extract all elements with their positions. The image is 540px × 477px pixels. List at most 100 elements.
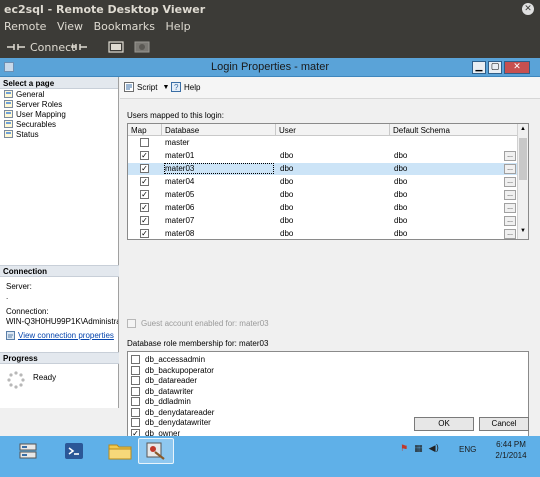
close-icon[interactable]: ✕ <box>522 3 534 15</box>
viewer-toolbar: Connect <box>0 36 540 58</box>
page-item-securables[interactable]: Securables <box>0 119 118 129</box>
dialog-titlebar: Login Properties - mater ▁ ▢ ✕ <box>0 58 540 77</box>
minimize-button[interactable]: ▁ <box>472 61 486 74</box>
role-item[interactable]: db_denydatareader <box>131 407 214 418</box>
role-item[interactable]: db_denydatawriter <box>131 417 211 428</box>
role-item[interactable]: db_ddladmin <box>131 396 191 407</box>
role-checkbox[interactable] <box>131 418 140 427</box>
map-checkbox[interactable]: ✓ <box>140 190 149 199</box>
page-item-user-mapping[interactable]: User Mapping <box>0 109 118 119</box>
scroll-down-icon[interactable]: ▼ <box>519 228 527 236</box>
map-checkbox[interactable]: ✓ <box>140 151 149 160</box>
column-header-database[interactable]: Database <box>162 124 276 136</box>
role-checkbox[interactable] <box>131 386 140 396</box>
page-item-status[interactable]: Status <box>0 129 118 139</box>
ok-button[interactable]: OK <box>414 417 474 431</box>
dialog-close-button[interactable]: ✕ <box>504 61 530 74</box>
action-center-flag-icon[interactable]: ⚑ <box>400 444 408 454</box>
page-icon <box>4 100 13 108</box>
user-cell: dbo <box>280 190 294 199</box>
connection-label: Connection: <box>6 307 49 316</box>
fullscreen-button[interactable] <box>108 40 124 54</box>
help-button[interactable]: ? Help <box>171 82 200 92</box>
server-value: . <box>6 292 9 301</box>
menu-remote[interactable]: Remote <box>0 19 49 33</box>
volume-icon[interactable]: ◀) <box>429 444 439 454</box>
remote-desktop: Login Properties - mater ▁ ▢ ✕ Select a … <box>0 58 540 477</box>
table-row[interactable]: ✓ mater01 dbo dbo... <box>128 150 518 162</box>
connection-value: WIN-Q3H0HU99P1K\Administrat <box>6 317 118 326</box>
progress-status: Ready <box>33 373 57 382</box>
table-row[interactable]: ✓ mater04 dbo dbo... <box>128 176 518 188</box>
role-checkbox[interactable] <box>131 355 140 364</box>
database-cell: master <box>165 138 190 147</box>
browse-schema-button[interactable]: ... <box>504 216 516 226</box>
view-connection-properties-link[interactable]: View connection properties <box>6 331 114 340</box>
browse-schema-button[interactable]: ... <box>504 151 516 161</box>
browse-schema-button[interactable]: ... <box>504 177 516 187</box>
browse-schema-button[interactable]: ... <box>504 190 516 200</box>
connect-button[interactable]: Connect <box>6 40 75 54</box>
role-item[interactable]: db_accessadmin <box>131 354 205 365</box>
column-header-default-schema[interactable]: Default Schema <box>390 124 518 136</box>
role-checkbox[interactable] <box>131 397 140 406</box>
role-item[interactable]: db_datareader <box>131 375 197 386</box>
table-row[interactable]: ✓ mater05 dbo dbo... <box>128 189 518 201</box>
network-icon[interactable]: ▦ <box>414 444 423 454</box>
screenshot-button[interactable] <box>134 40 150 54</box>
database-cell: mater01 <box>165 151 195 160</box>
role-label: db_backupoperator <box>145 365 214 375</box>
file-explorer-icon[interactable] <box>102 438 138 464</box>
table-row[interactable]: ✓ mater03 dbo dbo... <box>128 163 518 175</box>
table-row[interactable]: ✓ mater07 dbo dbo... <box>128 215 518 227</box>
map-checkbox[interactable]: ✓ <box>140 216 149 225</box>
role-item[interactable]: db_datawriter <box>131 386 193 397</box>
column-header-map[interactable]: Map <box>128 124 162 136</box>
menu-bookmarks[interactable]: Bookmarks <box>90 19 158 33</box>
menu-help[interactable]: Help <box>162 19 194 33</box>
grid-scrollbar[interactable]: ▲ ▼ <box>517 124 528 239</box>
browse-schema-button[interactable]: ... <box>504 164 516 174</box>
page-item-server-roles[interactable]: Server Roles <box>0 99 118 109</box>
users-mapped-label: Users mapped to this login: <box>127 111 224 120</box>
map-checkbox[interactable]: ✓ <box>140 203 149 212</box>
database-cell: mater08 <box>165 229 195 238</box>
maximize-button[interactable]: ▢ <box>488 61 502 74</box>
user-cell: dbo <box>280 216 294 225</box>
schema-cell: dbo <box>394 229 408 238</box>
page-item-general[interactable]: General <box>0 89 118 99</box>
schema-cell: dbo <box>394 151 408 160</box>
table-row[interactable]: master <box>128 137 518 149</box>
taskbar: ⚑ ▦ ◀) ENG 6:44 PM 2/1/2014 <box>0 436 540 477</box>
menu-view[interactable]: View <box>53 19 86 33</box>
table-row[interactable]: ✓ mater06 dbo dbo... <box>128 202 518 214</box>
chevron-down-icon: ▼ <box>162 83 170 91</box>
powershell-icon[interactable] <box>56 438 92 464</box>
scroll-thumb[interactable] <box>519 138 527 180</box>
map-checkbox[interactable]: ✓ <box>140 177 149 186</box>
script-button[interactable]: Script ▼ <box>124 82 169 92</box>
map-checkbox[interactable]: ✓ <box>140 164 149 173</box>
browse-schema-button[interactable]: ... <box>504 229 516 239</box>
role-item[interactable]: db_backupoperator <box>131 365 214 376</box>
role-checkbox[interactable] <box>131 407 140 417</box>
browse-schema-button[interactable]: ... <box>504 203 516 213</box>
role-checkbox[interactable] <box>131 376 140 385</box>
map-checkbox[interactable]: ✓ <box>140 229 149 238</box>
disconnect-button[interactable] <box>70 40 88 54</box>
clock[interactable]: 6:44 PM 2/1/2014 <box>489 440 533 460</box>
guest-account-checkbox[interactable]: Guest account enabled for: mater03 <box>127 319 269 328</box>
user-cell: dbo <box>280 177 294 186</box>
ssms-icon[interactable] <box>138 438 174 464</box>
database-cell: mater05 <box>165 190 195 199</box>
language-indicator[interactable]: ENG <box>459 445 476 454</box>
server-manager-icon[interactable] <box>10 438 46 464</box>
role-checkbox[interactable] <box>131 365 140 375</box>
connect-label: Connect <box>30 40 76 54</box>
table-row[interactable]: ✓ mater08 dbo dbo... <box>128 228 518 239</box>
map-checkbox[interactable] <box>140 138 149 147</box>
column-header-user[interactable]: User <box>276 124 390 136</box>
cancel-button[interactable]: Cancel <box>479 417 529 431</box>
page-icon <box>4 130 13 138</box>
scroll-up-icon[interactable]: ▲ <box>519 126 527 134</box>
